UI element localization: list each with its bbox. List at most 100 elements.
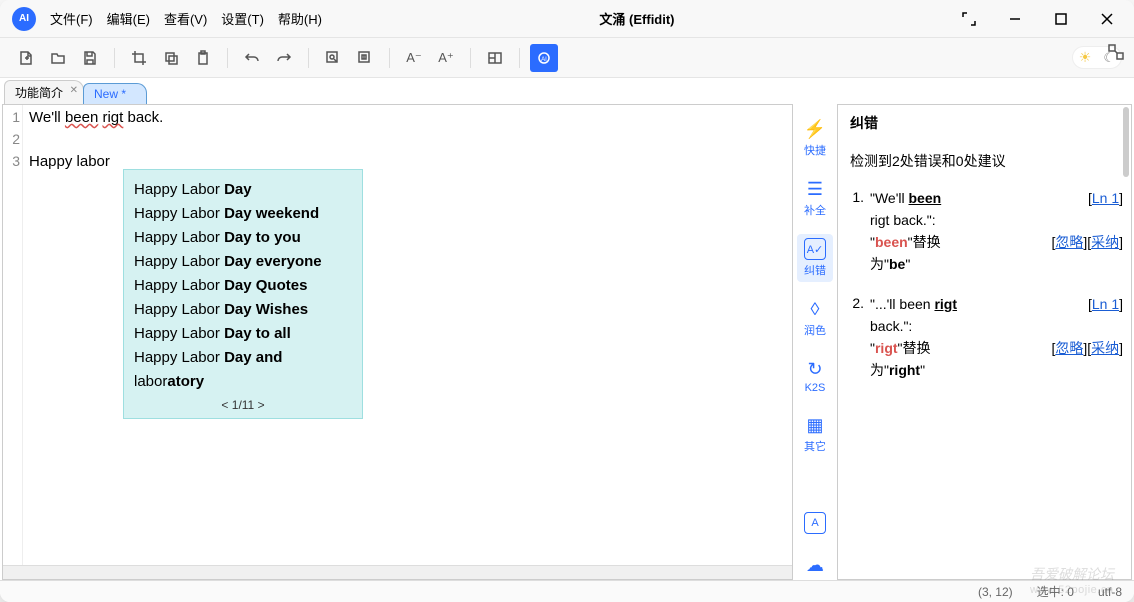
separator bbox=[470, 48, 471, 68]
suggestion-item[interactable]: Happy Labor Day everyone bbox=[134, 250, 352, 274]
error-span[interactable]: been bbox=[65, 109, 98, 126]
error-item: 2. [Ln 1]"...'ll been rigt back.": [忽略][… bbox=[850, 293, 1123, 381]
close-icon[interactable]: ✕ bbox=[70, 85, 78, 96]
close-button[interactable] bbox=[1084, 0, 1130, 38]
suggestion-item[interactable]: Happy Labor Day and bbox=[134, 346, 352, 370]
minimize-button[interactable] bbox=[992, 0, 1038, 38]
tab-new[interactable]: New * bbox=[83, 83, 147, 104]
ignore-link[interactable]: 忽略 bbox=[1055, 234, 1083, 250]
separator bbox=[519, 48, 520, 68]
menu-view[interactable]: 查看(V) bbox=[158, 5, 213, 32]
suggestion-item[interactable]: Happy Labor Day bbox=[134, 178, 352, 202]
panel-title: 纠错 bbox=[838, 105, 1131, 141]
maximize-button[interactable] bbox=[1038, 0, 1084, 38]
paste-icon[interactable] bbox=[189, 44, 217, 72]
main-area: 1 2 3 We'll been rigt back. Happy labor … bbox=[0, 104, 1134, 580]
layout-icon[interactable] bbox=[481, 44, 509, 72]
vertical-scrollbar[interactable] bbox=[1121, 105, 1131, 579]
cloud-icon: ☁ bbox=[804, 554, 826, 576]
font-increase-icon[interactable]: A⁺ bbox=[432, 44, 460, 72]
rail-polish[interactable]: ◊润色 bbox=[797, 294, 833, 342]
editor-tabs: 功能简介✕ New * bbox=[0, 78, 1134, 104]
expand-panel-icon[interactable] bbox=[1108, 44, 1124, 63]
editor[interactable]: 1 2 3 We'll been rigt back. Happy labor … bbox=[2, 104, 793, 580]
redo-icon[interactable] bbox=[270, 44, 298, 72]
rail-k2s[interactable]: ↻K2S bbox=[797, 354, 833, 398]
line-number: 1 bbox=[3, 109, 20, 131]
polish-icon: ◊ bbox=[804, 298, 826, 320]
open-file-icon[interactable] bbox=[44, 44, 72, 72]
editor-body[interactable]: We'll been rigt back. Happy labor Happy … bbox=[23, 105, 792, 579]
save-icon[interactable] bbox=[76, 44, 104, 72]
rail-cloud-icon[interactable]: ☁ bbox=[797, 550, 833, 580]
tab-intro[interactable]: 功能简介✕ bbox=[4, 80, 84, 104]
ignore-link[interactable]: 忽略 bbox=[1055, 340, 1083, 356]
suggestion-item[interactable]: Happy Labor Day Wishes bbox=[134, 298, 352, 322]
line-number: 2 bbox=[3, 131, 20, 153]
accept-link[interactable]: 采纳 bbox=[1091, 234, 1119, 250]
titlebar: AI 文件(F) 编辑(E) 查看(V) 设置(T) 帮助(H) 文涌 (Eff… bbox=[0, 0, 1134, 38]
editor-line[interactable]: We'll been rigt back. bbox=[29, 109, 788, 131]
crop-icon[interactable] bbox=[125, 44, 153, 72]
copy-icon[interactable] bbox=[157, 44, 185, 72]
menu-help[interactable]: 帮助(H) bbox=[272, 5, 328, 32]
ai-icon[interactable]: AI bbox=[530, 44, 558, 72]
window-title: 文涌 (Effidit) bbox=[328, 9, 946, 28]
separator bbox=[389, 48, 390, 68]
bolt-icon: ⚡ bbox=[804, 118, 826, 140]
new-file-icon[interactable] bbox=[12, 44, 40, 72]
panel-body: 检测到2处错误和0处建议 1. [Ln 1]"We'll been rigt b… bbox=[838, 141, 1131, 579]
k2s-icon: ↻ bbox=[804, 358, 826, 380]
statusbar: (3, 12) 选中: 0 utf-8 bbox=[0, 580, 1134, 602]
complete-icon: ☰ bbox=[804, 178, 826, 200]
suggestion-pager[interactable]: < 1/11 > bbox=[134, 394, 352, 416]
encoding: utf-8 bbox=[1098, 585, 1122, 599]
side-rail: ⚡快捷 ☰补全 A✓纠错 ◊润色 ↻K2S ▦其它 A ☁ bbox=[793, 104, 837, 580]
line-link[interactable]: Ln 1 bbox=[1092, 296, 1119, 312]
accept-link[interactable]: 采纳 bbox=[1091, 340, 1119, 356]
suggestion-item[interactable]: Happy Labor Day Quotes bbox=[134, 274, 352, 298]
suggestion-item[interactable]: laboratory bbox=[134, 370, 352, 394]
separator bbox=[308, 48, 309, 68]
rail-a-icon[interactable]: A bbox=[797, 508, 833, 538]
error-number: 1. bbox=[850, 187, 864, 275]
replace-icon[interactable] bbox=[351, 44, 379, 72]
rail-correct[interactable]: A✓纠错 bbox=[797, 234, 833, 282]
line-link[interactable]: Ln 1 bbox=[1092, 190, 1119, 206]
suggestion-item[interactable]: Happy Labor Day to you bbox=[134, 226, 352, 250]
menu-edit[interactable]: 编辑(E) bbox=[101, 5, 156, 32]
app-window: AI 文件(F) 编辑(E) 查看(V) 设置(T) 帮助(H) 文涌 (Eff… bbox=[0, 0, 1134, 602]
fullscreen-button[interactable] bbox=[946, 0, 992, 38]
correct-icon: A✓ bbox=[804, 238, 826, 260]
menu-settings[interactable]: 设置(T) bbox=[215, 5, 270, 32]
horizontal-scrollbar[interactable] bbox=[3, 565, 792, 579]
window-controls bbox=[946, 0, 1130, 38]
panel-summary: 检测到2处错误和0处建议 bbox=[850, 151, 1123, 171]
separator bbox=[114, 48, 115, 68]
toolbar: A⁻ A⁺ AI ☀ ☾ bbox=[0, 38, 1134, 78]
undo-icon[interactable] bbox=[238, 44, 266, 72]
error-span[interactable]: rigt bbox=[102, 109, 123, 126]
correction-panel: 纠错 检测到2处错误和0处建议 1. [Ln 1]"We'll been rig… bbox=[837, 104, 1132, 580]
selection-count: 选中: 0 bbox=[1037, 583, 1074, 600]
find-icon[interactable] bbox=[319, 44, 347, 72]
font-decrease-icon[interactable]: A⁻ bbox=[400, 44, 428, 72]
rail-complete[interactable]: ☰补全 bbox=[797, 174, 833, 222]
line-gutter: 1 2 3 bbox=[3, 105, 23, 579]
error-item: 1. [Ln 1]"We'll been rigt back.": [忽略][采… bbox=[850, 187, 1123, 275]
suggestion-item[interactable]: Happy Labor Day to all bbox=[134, 322, 352, 346]
cursor-position: (3, 12) bbox=[978, 585, 1013, 599]
rail-other[interactable]: ▦其它 bbox=[797, 410, 833, 458]
error-number: 2. bbox=[850, 293, 864, 381]
rail-quick[interactable]: ⚡快捷 bbox=[797, 114, 833, 162]
suggestion-item[interactable]: Happy Labor Day weekend bbox=[134, 202, 352, 226]
menubar: 文件(F) 编辑(E) 查看(V) 设置(T) 帮助(H) bbox=[44, 5, 328, 32]
autocomplete-popup: Happy Labor DayHappy Labor Day weekendHa… bbox=[123, 169, 363, 419]
menu-file[interactable]: 文件(F) bbox=[44, 5, 99, 32]
svg-text:AI: AI bbox=[541, 57, 547, 63]
app-icon: AI bbox=[12, 7, 36, 31]
separator bbox=[227, 48, 228, 68]
editor-line[interactable] bbox=[29, 131, 788, 153]
line-number: 3 bbox=[3, 153, 20, 175]
grid-icon: ▦ bbox=[804, 414, 826, 436]
